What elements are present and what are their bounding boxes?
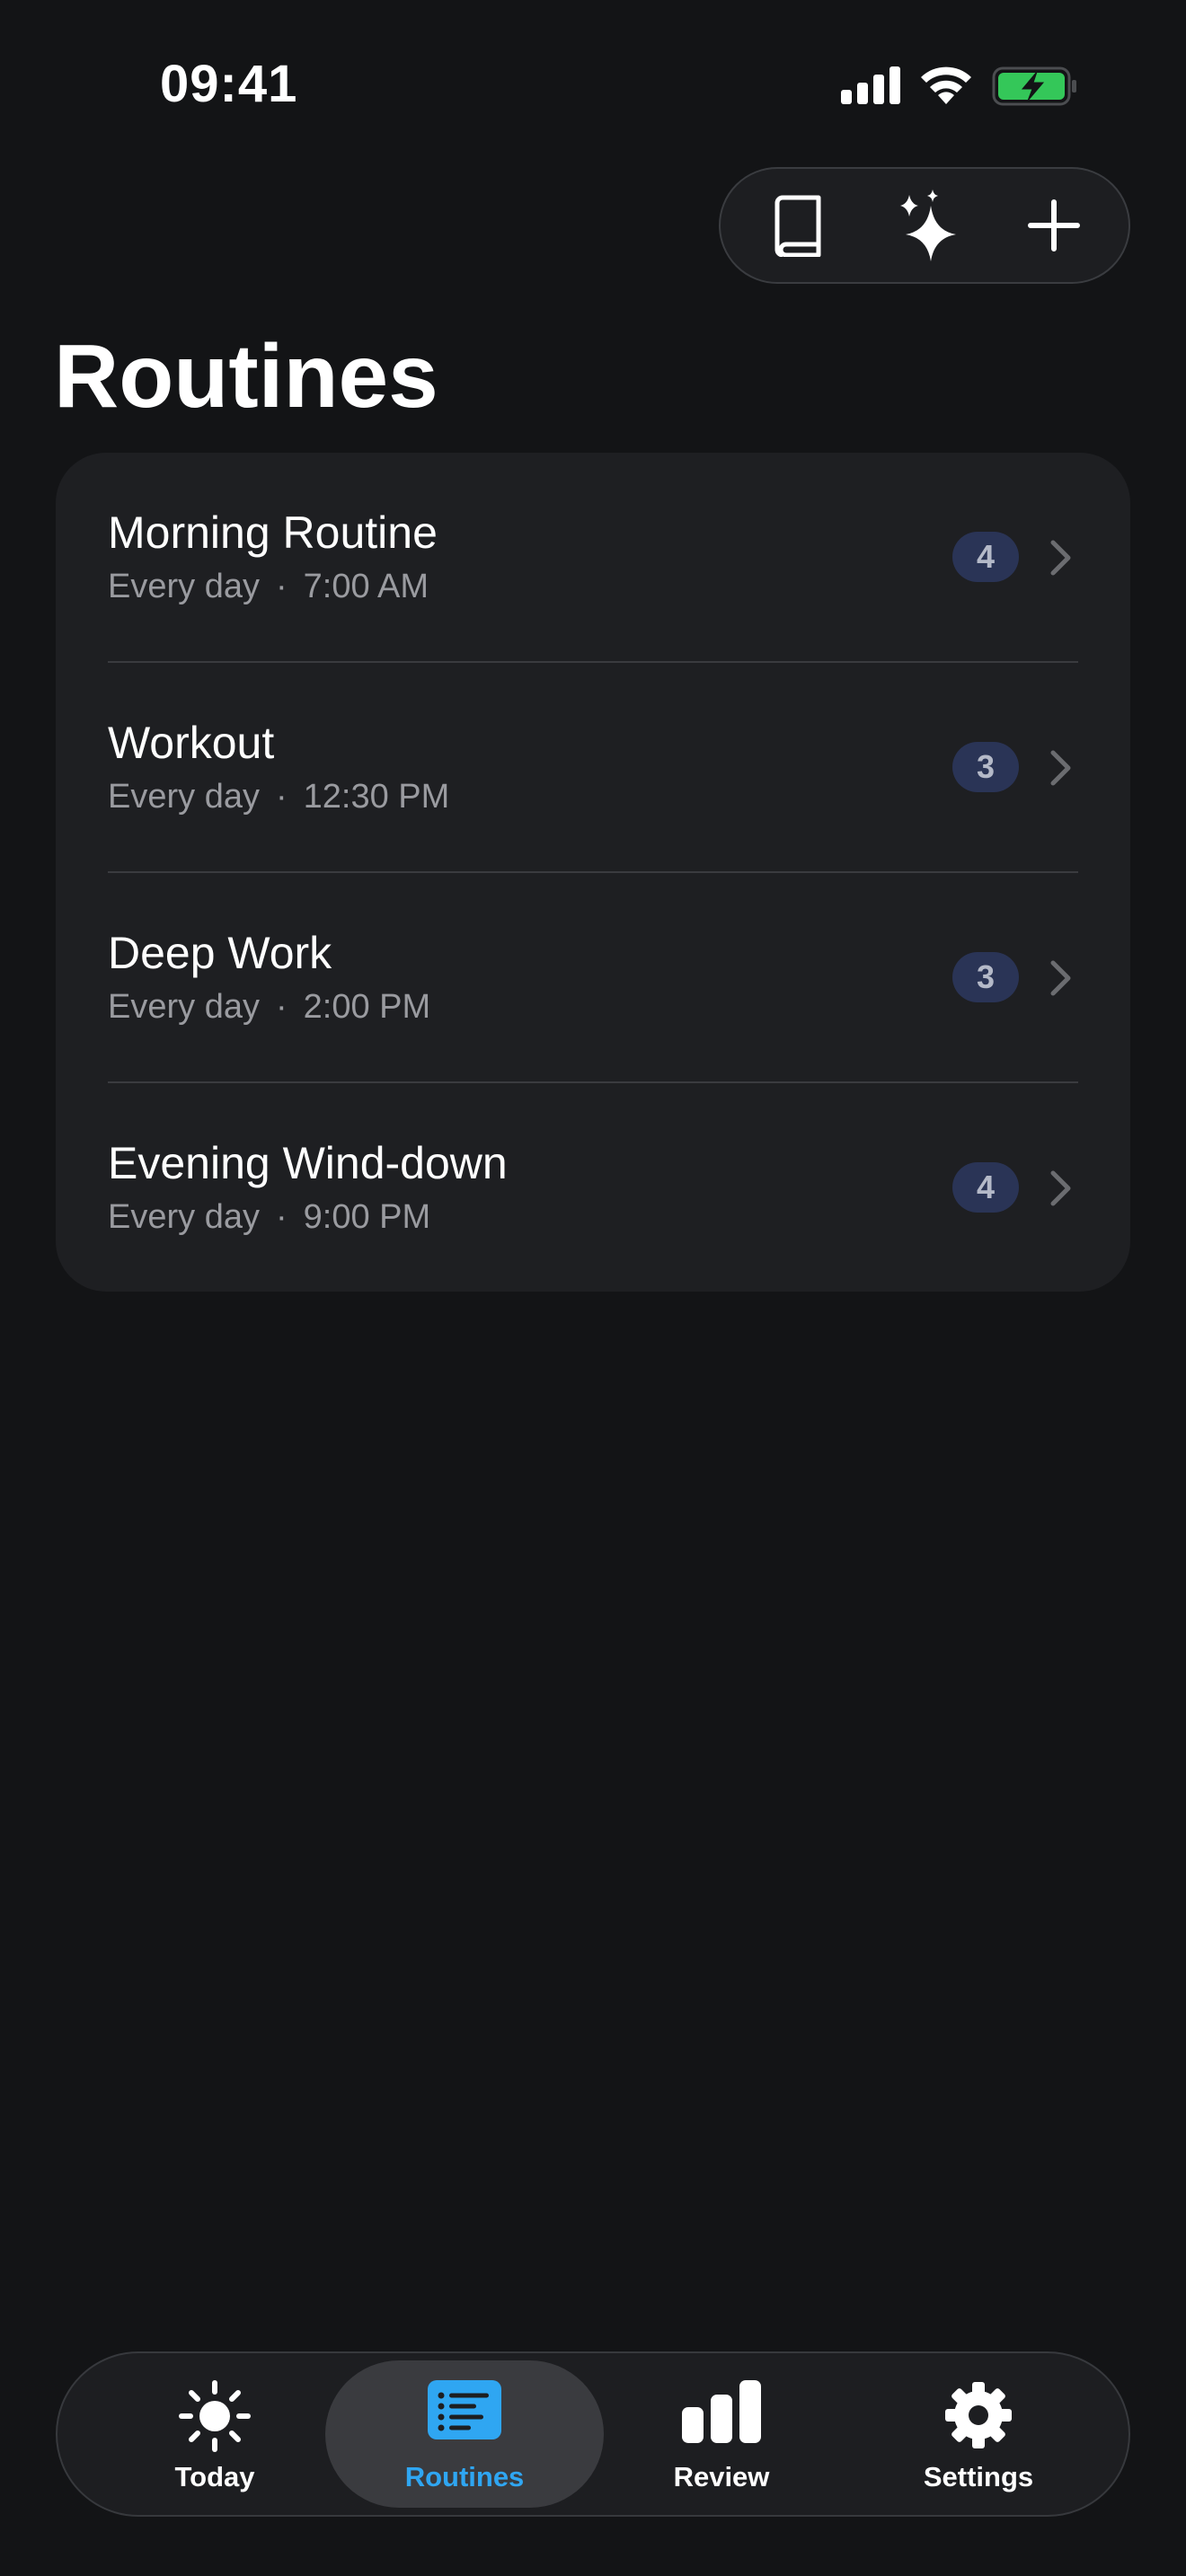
tab-label: Today [174,2461,255,2492]
tab-routines[interactable]: Routines [325,2360,604,2508]
sun-icon [179,2380,251,2452]
gear-icon [945,2382,1012,2448]
page-title: Routines [54,326,438,427]
wifi-icon [921,66,971,104]
step-count-badge: 3 [952,742,1019,792]
routine-time: 2:00 PM [303,988,431,1026]
tab-review[interactable]: Review [582,2360,861,2508]
tab-label: Review [673,2461,770,2492]
cellular-signal-icon [841,66,900,104]
routine-time: 12:30 PM [303,778,450,816]
list-icon [428,2380,501,2439]
ai-suggest-button[interactable] [861,169,996,282]
routine-name: Deep Work [108,928,332,978]
routine-name: Workout [108,718,275,768]
schedule-separator: · [275,1198,288,1236]
routine-frequency: Every day [108,778,260,816]
routine-schedule: Every day · 2:00 PM [108,988,430,1027]
top-toolbar [719,167,1130,284]
routine-row-deep-work[interactable]: Deep Work Every day · 2:00 PM 3 [56,873,1130,1083]
routine-time: 7:00 AM [303,568,429,605]
routine-name: Evening Wind-down [108,1138,508,1188]
step-count-badge: 3 [952,952,1019,1002]
schedule-separator: · [275,988,288,1026]
status-bar: 09:41 [0,0,1186,171]
routine-schedule: Every day · 12:30 PM [108,778,449,816]
routine-frequency: Every day [108,1198,260,1236]
tab-settings[interactable]: Settings [839,2360,1118,2508]
book-icon [774,195,821,257]
routine-name: Morning Routine [108,507,438,558]
plus-icon [1028,199,1080,251]
battery-charging-icon [992,66,1076,106]
chevron-right-icon [1050,540,1071,576]
sparkles-icon [900,190,956,261]
routine-time: 9:00 PM [303,1198,431,1236]
tab-label: Routines [404,2461,525,2492]
step-count-badge: 4 [952,532,1019,582]
routine-schedule: Every day · 9:00 PM [108,1198,430,1237]
library-button[interactable] [731,169,866,282]
bar-chart-icon [682,2380,761,2443]
tab-bar: Today Routines Review Settings [56,2351,1130,2517]
status-time: 09:41 [160,55,298,113]
routine-row-workout[interactable]: Workout Every day · 12:30 PM 3 [56,663,1130,873]
routine-row-evening-wind-down[interactable]: Evening Wind-down Every day · 9:00 PM 4 [56,1083,1130,1293]
routine-row-morning-routine[interactable]: Morning Routine Every day · 7:00 AM 4 [56,453,1130,663]
routine-frequency: Every day [108,568,260,605]
schedule-separator: · [275,568,288,605]
tab-today[interactable]: Today [75,2360,354,2508]
tab-label: Settings [923,2461,1034,2492]
schedule-separator: · [275,778,288,816]
routine-frequency: Every day [108,988,260,1026]
routine-schedule: Every day · 7:00 AM [108,568,429,606]
chevron-right-icon [1050,1170,1071,1206]
chevron-right-icon [1050,960,1071,996]
step-count-badge: 4 [952,1162,1019,1213]
routines-list: Morning Routine Every day · 7:00 AM 4 Work… [56,453,1130,1292]
add-routine-button[interactable] [987,169,1121,282]
chevron-right-icon [1050,750,1071,786]
